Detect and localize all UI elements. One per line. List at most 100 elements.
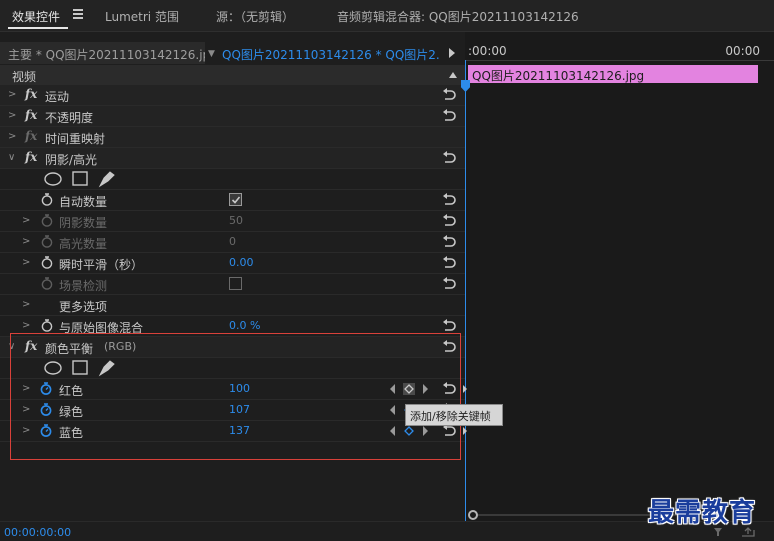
sequence-clip-label[interactable]: QQ图片20211103142126 * QQ图片2... — [222, 46, 440, 63]
param-blue[interactable]: > 蓝色 137 — [0, 421, 465, 442]
collapse-up-icon[interactable] — [449, 72, 457, 78]
effect-label: 时间重映射 — [45, 132, 106, 146]
effect-label: 阴影/高光 — [45, 153, 98, 167]
master-clip-label[interactable]: 主要 * QQ图片20211103142126.jpg — [0, 42, 205, 64]
effect-label-suffix: (RGB) — [104, 340, 137, 353]
fx-icon[interactable]: fx — [25, 108, 37, 122]
chevron-down-icon[interactable]: ▼ — [208, 49, 215, 59]
reset-icon[interactable] — [441, 274, 457, 292]
fx-icon[interactable]: fx — [25, 339, 37, 353]
chevron-right-icon[interactable]: > — [22, 383, 30, 394]
chevron-right-icon[interactable]: > — [8, 110, 16, 121]
param-label: 瞬时平滑（秒） — [59, 258, 144, 272]
mask-tools-row — [0, 169, 465, 190]
tab-lumetri-scopes[interactable]: Lumetri 范围 — [105, 8, 179, 25]
zoom-handle[interactable] — [468, 510, 478, 520]
effect-timeline[interactable]: :00:00 00:00 QQ图片20211103142126.jpg — [461, 32, 774, 540]
stopwatch-active-icon[interactable] — [40, 424, 52, 437]
param-highlight-amount[interactable]: > 高光数量 0 — [0, 232, 465, 253]
mask-tools-row — [0, 358, 465, 379]
keyframe-navigator[interactable] — [389, 425, 434, 437]
param-red[interactable]: > 红色 100 — [0, 379, 465, 400]
chevron-right-icon[interactable]: > — [22, 299, 30, 310]
param-label: 更多选项 — [59, 300, 108, 314]
param-value[interactable]: 0.0 % — [229, 319, 260, 332]
tab-source[interactable]: 源：（无剪辑） — [216, 8, 294, 25]
effect-label: 运动 — [45, 90, 70, 104]
chevron-right-icon[interactable]: > — [8, 131, 16, 142]
play-icon[interactable] — [449, 48, 455, 58]
fx-icon[interactable]: fx — [25, 87, 37, 101]
param-label: 蓝色 — [59, 426, 84, 440]
next-keyframe-icon — [423, 426, 428, 436]
fx-icon[interactable]: fx — [25, 150, 37, 164]
current-timecode[interactable]: 00:00:00:00 — [4, 526, 71, 539]
reset-icon[interactable] — [441, 253, 457, 271]
keyframe-marker[interactable] — [463, 385, 467, 393]
effect-row-color-balance[interactable]: ∨ fx 颜色平衡 (RGB) — [0, 337, 465, 358]
chevron-right-icon[interactable]: > — [22, 236, 30, 247]
stopwatch-icon[interactable] — [41, 193, 53, 206]
reset-icon[interactable] — [441, 211, 457, 229]
chevron-right-icon[interactable]: > — [22, 215, 30, 226]
stopwatch-icon — [41, 277, 53, 290]
reset-icon[interactable] — [441, 148, 457, 166]
chevron-down-icon[interactable]: ∨ — [8, 341, 15, 352]
clip-bar[interactable]: QQ图片20211103142126.jpg — [468, 65, 758, 83]
stopwatch-icon — [41, 214, 53, 227]
pen-mask-icon — [98, 360, 115, 377]
prev-keyframe-icon — [390, 426, 395, 436]
param-value[interactable]: 107 — [229, 403, 250, 416]
scene-detect-checkbox[interactable] — [229, 277, 242, 290]
stopwatch-active-icon[interactable] — [40, 382, 52, 395]
effect-label: 不透明度 — [45, 111, 94, 125]
reset-icon[interactable] — [441, 316, 457, 334]
chevron-right-icon[interactable]: > — [8, 89, 16, 100]
param-scene-detect[interactable]: 场景检测 — [0, 274, 465, 295]
mask-tools — [44, 171, 115, 188]
video-section-header[interactable]: 视频 — [0, 65, 465, 85]
chevron-right-icon[interactable]: > — [22, 257, 30, 268]
effect-row-shadow-highlight[interactable]: ∨ fx 阴影/高光 — [0, 148, 465, 169]
param-value[interactable]: 0.00 — [229, 256, 254, 269]
effect-row-time-remap[interactable]: > fx 时间重映射 — [0, 127, 465, 148]
stopwatch-icon[interactable] — [41, 319, 53, 332]
stopwatch-active-icon[interactable] — [40, 403, 52, 416]
next-keyframe-icon — [423, 384, 428, 394]
param-shadow-amount[interactable]: > 阴影数量 50 — [0, 211, 465, 232]
watermark-logo: 最需教育 — [648, 498, 757, 528]
tab-audio-clip-mixer[interactable]: 音频剪辑混合器: QQ图片20211103142126 — [337, 8, 579, 25]
reset-icon[interactable] — [441, 106, 457, 124]
param-value: 50 — [229, 214, 243, 227]
reset-icon[interactable] — [441, 379, 457, 397]
param-auto-amount[interactable]: 自动数量 — [0, 190, 465, 211]
effect-row-motion[interactable]: > fx 运动 — [0, 85, 465, 106]
mask-tools — [44, 360, 115, 377]
param-value[interactable]: 137 — [229, 424, 250, 437]
playhead[interactable] — [461, 60, 470, 540]
keyframe-navigator[interactable] — [389, 383, 434, 395]
chevron-down-icon[interactable]: ∨ — [8, 152, 15, 163]
param-label: 阴影数量 — [59, 216, 108, 230]
ruler-end-time: 00:00 — [725, 44, 760, 58]
stopwatch-icon[interactable] — [41, 256, 53, 269]
param-blend-original[interactable]: > 与原始图像混合 0.0 % — [0, 316, 465, 337]
param-value[interactable]: 100 — [229, 382, 250, 395]
fx-icon: fx — [25, 129, 38, 143]
keyframe-marker[interactable] — [463, 427, 467, 435]
reset-icon[interactable] — [441, 190, 457, 208]
reset-icon[interactable] — [441, 337, 457, 355]
chevron-right-icon[interactable]: > — [22, 320, 30, 331]
param-temporal-smoothing[interactable]: > 瞬时平滑（秒） 0.00 — [0, 253, 465, 274]
param-more-options[interactable]: > 更多选项 — [0, 295, 465, 316]
time-ruler[interactable]: :00:00 00:00 — [465, 42, 774, 64]
effect-row-opacity[interactable]: > fx 不透明度 — [0, 106, 465, 127]
chevron-right-icon[interactable]: > — [22, 404, 30, 415]
reset-icon[interactable] — [441, 232, 457, 250]
param-green[interactable]: > 绿色 107 — [0, 400, 465, 421]
auto-amount-checkbox[interactable] — [229, 193, 242, 206]
reset-icon[interactable] — [441, 85, 457, 103]
tab-effect-controls[interactable]: 效果控件 — [12, 8, 60, 25]
chevron-right-icon[interactable]: > — [22, 425, 30, 436]
panel-menu-icon[interactable] — [73, 9, 83, 19]
